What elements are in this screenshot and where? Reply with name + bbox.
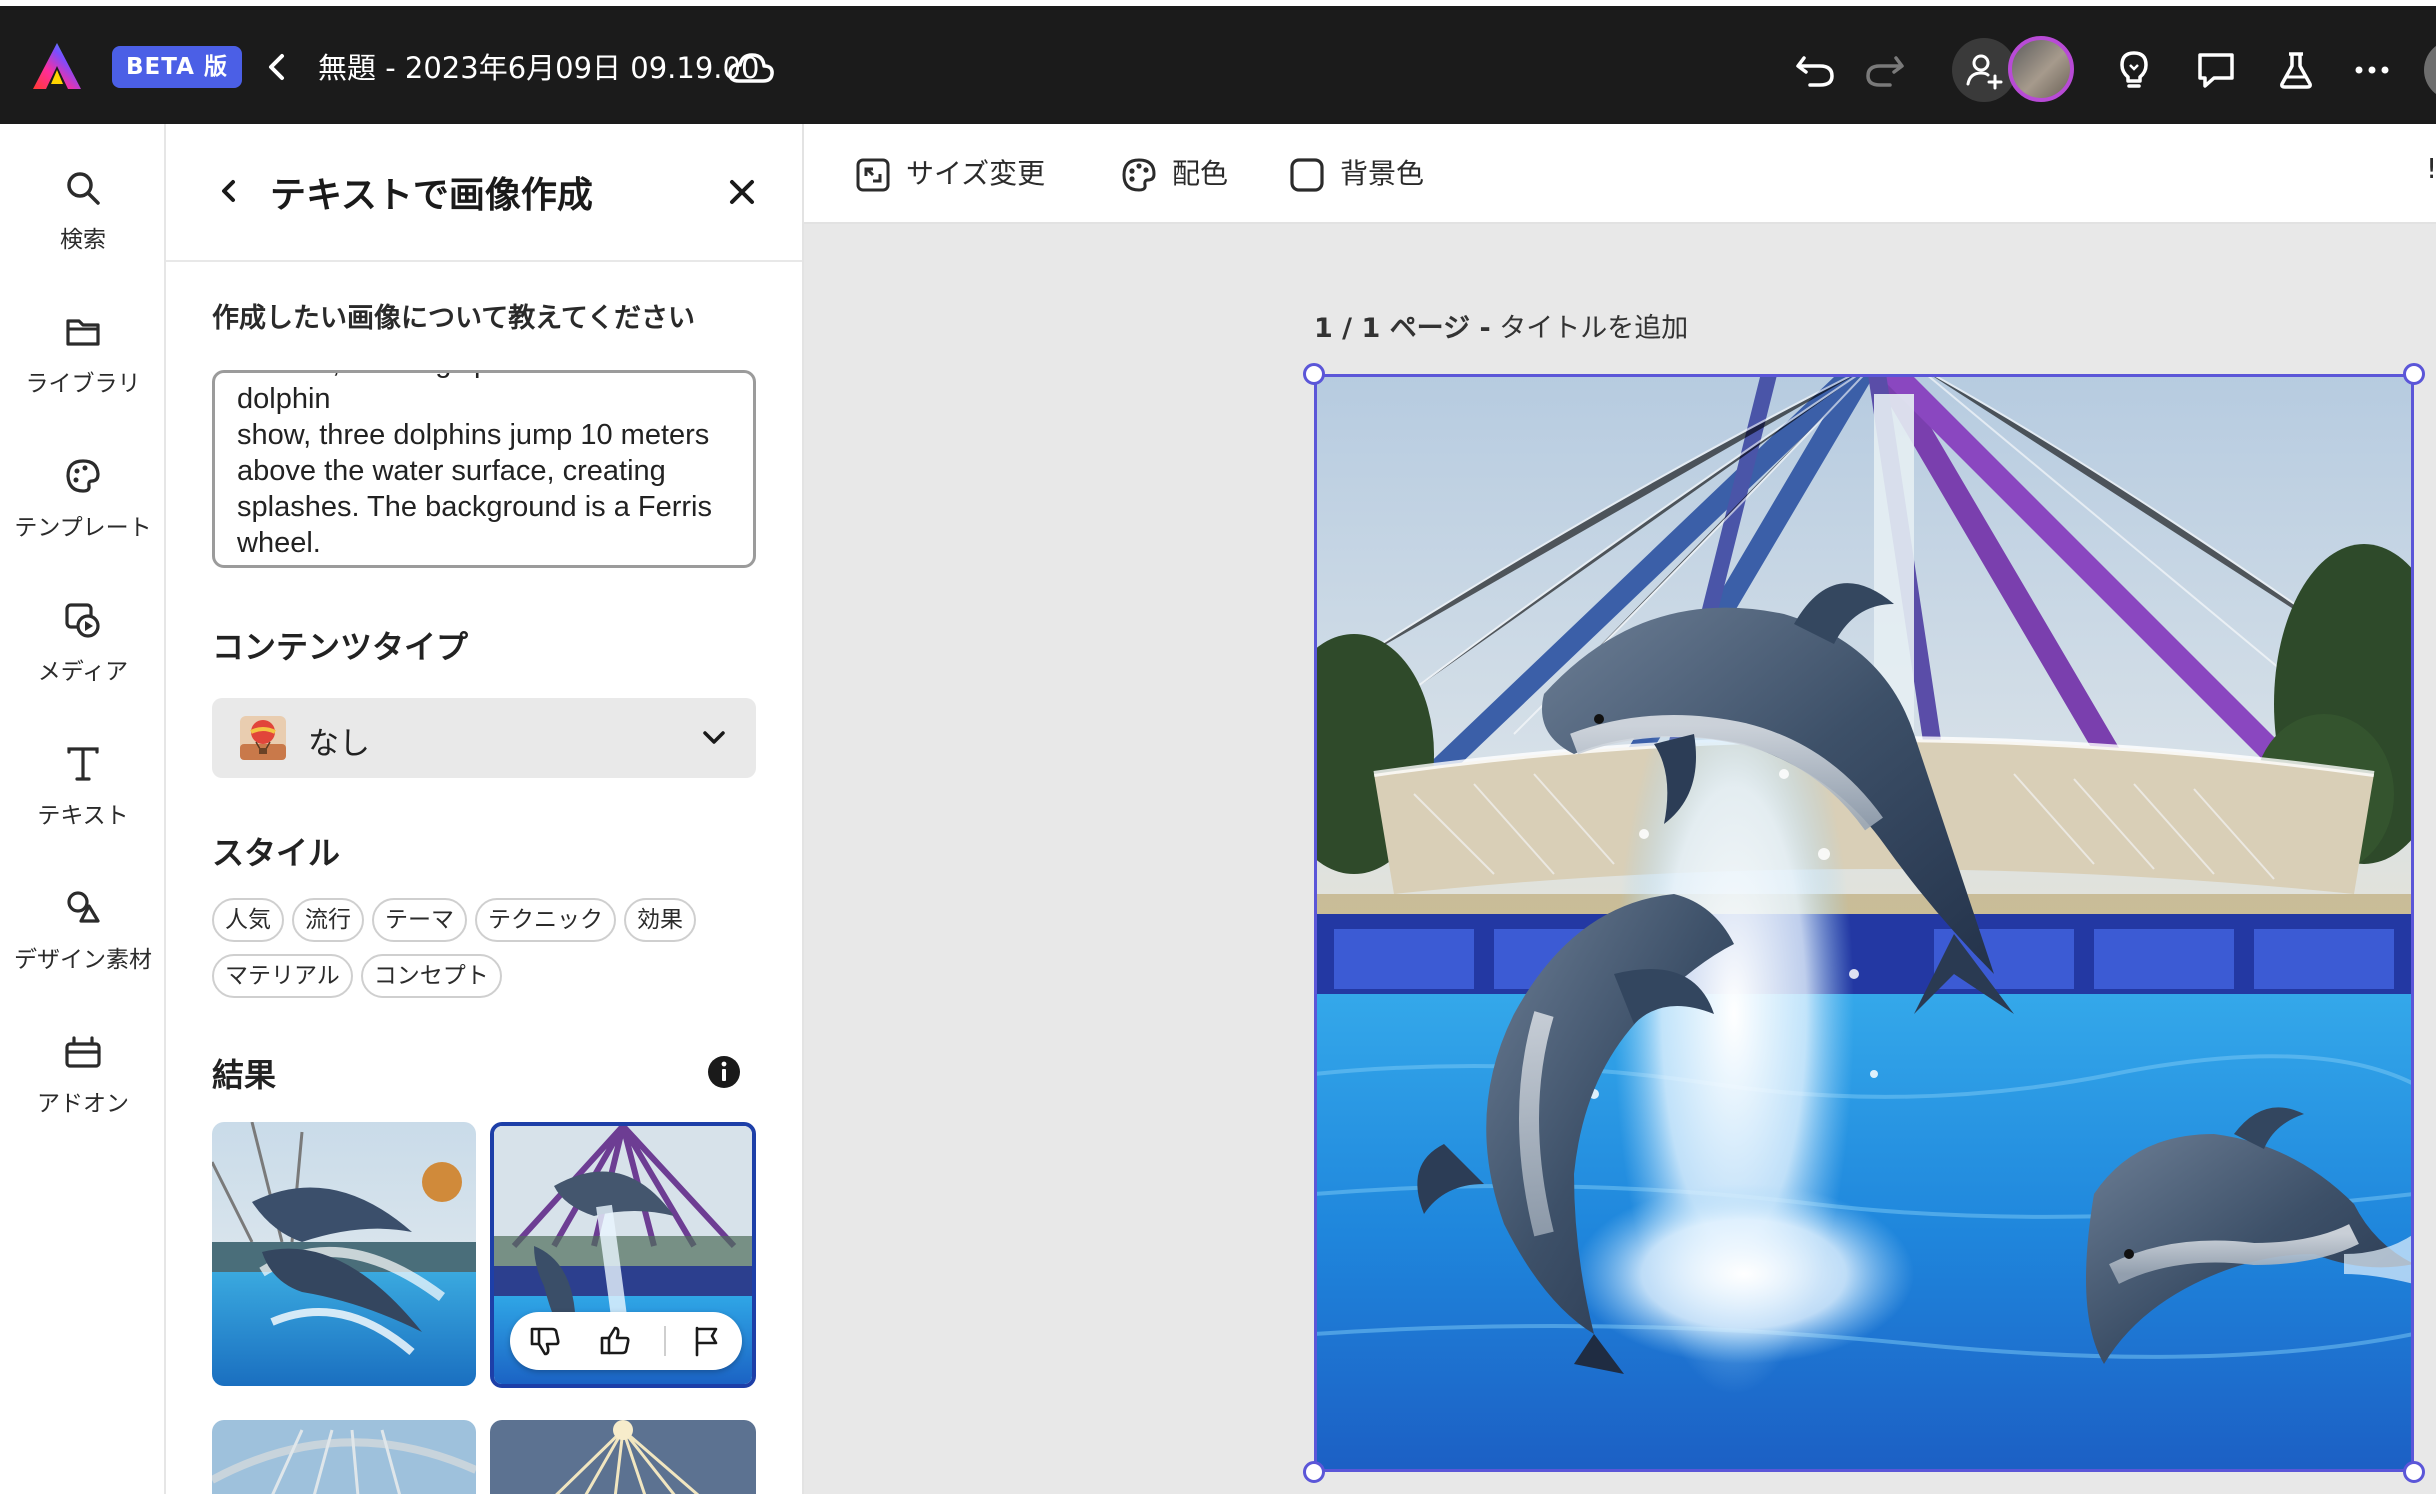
feedback-bar <box>510 1312 742 1370</box>
thumbs-down-icon[interactable] <box>528 1324 562 1358</box>
resize-label: サイズ変更 <box>906 157 1046 190</box>
undo-icon[interactable] <box>1794 50 1838 90</box>
generated-dolphin-image <box>1314 374 2414 1472</box>
flask-icon[interactable] <box>2274 48 2318 92</box>
lightbulb-icon[interactable] <box>2112 48 2156 92</box>
add-user-icon <box>1966 54 2003 90</box>
top-bar: BETA 版 無題 - 2023年6月09日 09.19.00 <box>0 0 2436 124</box>
back-chevron-icon[interactable] <box>262 50 292 84</box>
rail-item-templates[interactable]: テンプレート <box>0 454 166 574</box>
style-heading: スタイル <box>212 834 341 872</box>
prompt-text: surface, creating splashes.In an dolphin… <box>237 373 712 559</box>
template-icon <box>66 459 100 493</box>
rail-item-label: アドオン <box>37 1091 129 1117</box>
result-image-1[interactable] <box>212 1122 476 1386</box>
page-title-input[interactable]: タイトルを追加 <box>1499 313 1688 344</box>
comment-icon[interactable] <box>2194 48 2238 92</box>
close-icon[interactable] <box>722 172 762 212</box>
share-button[interactable] <box>2424 40 2436 100</box>
search-icon <box>67 172 100 205</box>
resize-handle-top-right[interactable] <box>2403 363 2425 385</box>
artboard[interactable] <box>1314 374 2414 1472</box>
color-theme-button[interactable]: 配色 <box>1120 152 1240 196</box>
result-image-2[interactable] <box>490 1122 756 1388</box>
ferris-wheel-image <box>490 1420 756 1494</box>
divider <box>664 1326 666 1356</box>
resize-icon <box>856 158 890 192</box>
addon-icon <box>65 1036 101 1068</box>
beta-badge: BETA 版 <box>112 46 242 88</box>
rail-item-label: ライブラリ <box>25 371 141 397</box>
style-chip[interactable]: マテリアル <box>212 954 353 998</box>
style-chip[interactable]: テーマ <box>372 898 467 942</box>
text-to-image-panel: テキストで画像作成 作成したい画像について教えてください surface, cr… <box>166 124 804 1494</box>
rail-item-label: デザイン素材 <box>14 947 152 973</box>
hot-air-balloon-icon <box>240 716 286 760</box>
document-title[interactable]: 無題 - 2023年6月09日 09.19.00 <box>318 50 759 86</box>
style-chip[interactable]: 効果 <box>624 898 696 942</box>
flag-icon[interactable] <box>690 1324 724 1358</box>
prompt-label: 作成したい画像について教えてください <box>212 303 696 334</box>
thumbs-up-icon[interactable] <box>598 1324 632 1358</box>
page-number: 1 / 1 ページ - <box>1314 313 1491 344</box>
rail-item-media[interactable]: メディア <box>0 598 166 718</box>
style-chip[interactable]: コンセプト <box>360 954 502 998</box>
chevron-down-icon <box>703 731 725 744</box>
content-type-value: なし <box>308 726 370 762</box>
result-image-4[interactable] <box>490 1420 756 1494</box>
resize-handle-bottom-right[interactable] <box>2403 1461 2425 1483</box>
page-label: 1 / 1 ページ - タイトルを追加 <box>1314 306 1688 345</box>
background-color-label: 背景色 <box>1340 157 1425 190</box>
content-type-heading: コンテンツタイプ <box>212 628 469 666</box>
square-icon <box>1290 158 1324 192</box>
shapes-icon <box>67 891 100 923</box>
rail-item-label: テキスト <box>37 803 129 829</box>
info-icon[interactable] <box>706 1054 742 1090</box>
more-icon[interactable] <box>2350 48 2394 92</box>
palette-icon <box>1122 158 1156 192</box>
back-chevron-icon[interactable] <box>214 174 244 208</box>
rail-item-design-assets[interactable]: デザイン素材 <box>0 886 166 1006</box>
prompt-textarea[interactable]: surface, creating splashes.In an dolphin… <box>212 370 756 568</box>
rail-item-search[interactable]: 検索 <box>0 166 166 286</box>
resize-button[interactable]: サイズ変更 <box>854 152 1074 196</box>
text-icon <box>67 747 99 781</box>
dolphin-image <box>212 1122 476 1386</box>
rail-item-label: テンプレート <box>14 515 152 541</box>
rail-item-label: メディア <box>37 659 129 685</box>
rail-item-addons[interactable]: アドオン <box>0 1030 166 1150</box>
left-rail: 検索 ライブラリ テンプレート メディア テキスト デザイン素材 アドオン <box>0 124 166 1494</box>
cloud-icon[interactable] <box>726 50 776 86</box>
invite-button[interactable] <box>1952 38 2016 102</box>
panel-title: テキストで画像作成 <box>270 175 593 216</box>
panel-header: テキストで画像作成 <box>166 124 802 262</box>
resize-handle-bottom-left[interactable] <box>1303 1461 1325 1483</box>
style-chip[interactable]: 流行 <box>292 898 364 942</box>
rail-item-text[interactable]: テキスト <box>0 742 166 862</box>
app-logo-icon[interactable] <box>30 40 84 92</box>
style-chip[interactable]: 人気 <box>212 898 284 942</box>
color-theme-label: 配色 <box>1172 157 1229 190</box>
ferris-wheel-image <box>212 1420 476 1494</box>
avatar[interactable] <box>2008 36 2074 102</box>
resize-handle-top-left[interactable] <box>1303 363 1325 385</box>
folder-icon <box>66 319 100 346</box>
media-icon <box>65 603 100 638</box>
results-heading: 結果 <box>212 1056 277 1094</box>
rail-item-library[interactable]: ライブラリ <box>0 310 166 430</box>
rail-item-label: 検索 <box>60 227 106 253</box>
background-color-button[interactable]: 背景色 <box>1288 152 1428 196</box>
result-image-3[interactable] <box>212 1420 476 1494</box>
style-chip[interactable]: テクニック <box>475 898 616 942</box>
redo-icon[interactable] <box>1862 50 1906 90</box>
content-type-select[interactable]: なし <box>212 698 756 778</box>
style-chips: 人気 流行 テーマ テクニック 効果 マテリアル コンセプト <box>212 898 772 1010</box>
toolbar-overflow[interactable]: ! <box>2426 152 2436 192</box>
canvas-toolbar: サイズ変更 配色 背景色 ! <box>804 124 2436 224</box>
canvas-area: サイズ変更 配色 背景色 ! 1 / 1 ページ - タイトルを追加 <box>804 124 2436 1494</box>
collaborators <box>1952 36 2074 104</box>
